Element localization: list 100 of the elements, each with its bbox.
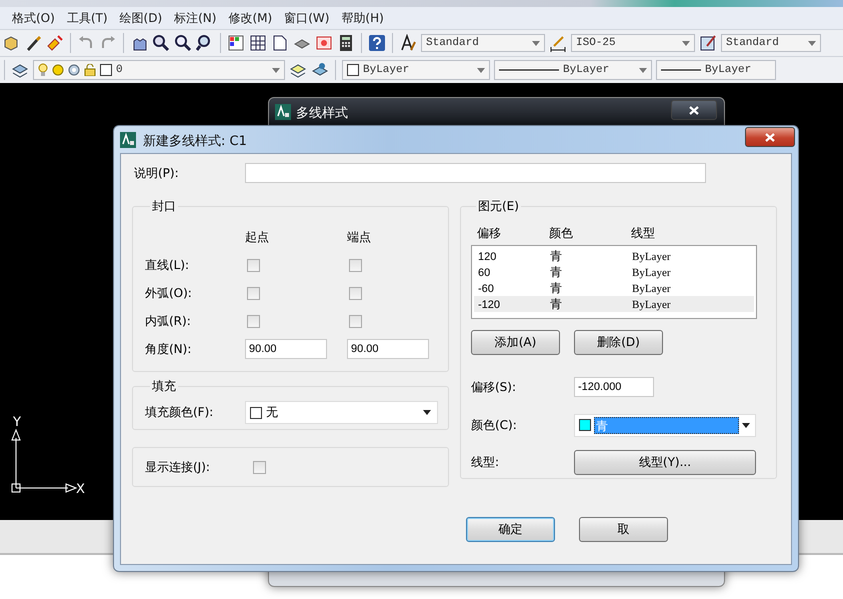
dimension-style-dropdown[interactable]: ISO-25 <box>571 34 695 52</box>
caret-icon <box>742 422 750 428</box>
lightbulb-icon <box>38 63 48 77</box>
brush-icon[interactable] <box>24 34 42 52</box>
menu-item[interactable]: 工具(T) <box>60 10 114 26</box>
list-button[interactable]: 添加(A) <box>471 330 560 355</box>
group-title: 图元(E) <box>477 198 520 215</box>
dimension-style-icon[interactable] <box>549 34 567 52</box>
lock-icon <box>84 64 96 76</box>
angle-field[interactable]: 90.00 <box>347 339 429 359</box>
field-label: 直线(L): <box>145 256 190 274</box>
list-button[interactable]: 删除(D) <box>574 330 663 355</box>
column-header: 颜色 <box>549 225 574 242</box>
line-sample-icon <box>499 69 559 71</box>
close-button[interactable] <box>745 127 795 147</box>
caret-icon <box>808 40 816 46</box>
caret-icon <box>477 68 485 72</box>
column-header: 线型 <box>631 225 656 242</box>
checkbox[interactable] <box>247 314 260 328</box>
field-label: 角度(N): <box>145 340 192 358</box>
linetype-text: ByLayer <box>632 266 672 278</box>
field-label: 线型: <box>471 454 500 470</box>
field-label: 说明(P): <box>133 164 180 182</box>
lineweight-dropdown[interactable]: ByLayer <box>656 60 776 80</box>
checkbox[interactable] <box>247 286 260 300</box>
close-button[interactable] <box>671 100 717 120</box>
menu-item[interactable]: 标注(N) <box>168 10 222 26</box>
menu-item[interactable]: 格式(O) <box>6 10 61 26</box>
field-label: 颜色(C): <box>471 416 518 434</box>
list-row[interactable]: -60 青 ByLayer <box>474 280 754 296</box>
caret-icon <box>682 40 690 46</box>
sun-icon <box>52 64 64 76</box>
column-header: 端点 <box>347 228 372 246</box>
checkbox[interactable] <box>349 286 362 300</box>
field-label: 偏移(S): <box>471 378 518 396</box>
zoom-icon[interactable] <box>174 34 192 52</box>
layer-dropdown[interactable]: 0 <box>33 60 285 80</box>
menu-item[interactable]: 窗口(W) <box>278 10 336 26</box>
checkbox[interactable] <box>247 258 260 272</box>
list-row[interactable]: 120 青 ByLayer <box>474 248 754 264</box>
line-sample-icon <box>661 69 701 71</box>
linetype-dropdown[interactable]: ByLayer <box>494 60 652 80</box>
caret-icon <box>532 40 540 46</box>
calculator-icon[interactable] <box>337 34 355 52</box>
list-row[interactable]: 60 青 ByLayer <box>474 264 754 280</box>
column-header: 偏移 <box>477 225 502 242</box>
fill-color-dropdown[interactable]: 无 <box>245 401 438 424</box>
checkbox[interactable] <box>349 314 362 328</box>
offset-text: -60 <box>478 282 495 294</box>
offset-text: -120 <box>478 298 502 310</box>
text-style-dropdown[interactable]: Standard <box>421 34 545 52</box>
linetype-button[interactable]: 线型(Y)... <box>574 450 756 474</box>
image-icon[interactable] <box>315 34 333 52</box>
linetype-text: ByLayer <box>632 298 672 310</box>
field-label: 外弧(O): <box>145 284 193 302</box>
menu-item[interactable]: 修改(M) <box>222 10 278 26</box>
ucs-axes-icon <box>11 428 78 493</box>
description-field[interactable] <box>245 163 706 183</box>
group-title: 封口 <box>151 198 177 215</box>
app-icon <box>275 104 291 120</box>
color-dropdown[interactable]: ByLayer <box>342 60 490 80</box>
list-row[interactable]: -120 青 ByLayer <box>474 296 754 312</box>
checkbox[interactable] <box>253 460 266 474</box>
axis-label: X <box>76 482 85 497</box>
window-title: 新建多线样式: C1 <box>143 133 247 150</box>
caret-icon <box>272 68 280 72</box>
close-icon <box>689 106 699 114</box>
linetype-text: ByLayer <box>632 282 672 294</box>
color-swatch <box>100 64 112 76</box>
axis-label: Y <box>13 415 21 430</box>
offset-field[interactable]: -120.000 <box>574 377 654 397</box>
menu-item[interactable]: 绘图(D) <box>114 10 168 26</box>
dialog-button[interactable]: 取 <box>579 517 668 542</box>
help-icon[interactable] <box>368 34 386 52</box>
offset-text: 60 <box>478 266 492 278</box>
paint-icon[interactable] <box>46 34 64 52</box>
caret-icon <box>639 68 647 72</box>
color-text: 青 <box>550 296 563 313</box>
cube-icon[interactable] <box>2 34 20 52</box>
menu-item[interactable]: 帮助(H) <box>335 10 390 26</box>
layer-name: 0 <box>116 64 124 76</box>
color-text: 青 <box>550 248 563 265</box>
palette-icon[interactable] <box>227 34 245 52</box>
field-label: 内弧(R): <box>145 312 192 330</box>
field-label: 填充颜色(F): <box>145 404 214 421</box>
zoom-icon[interactable] <box>152 34 170 52</box>
caret-icon <box>423 410 431 415</box>
dialog-button[interactable]: 确定 <box>466 517 555 542</box>
close-icon <box>765 132 775 142</box>
table-style-icon[interactable] <box>699 34 717 52</box>
offset-text: 120 <box>478 250 498 262</box>
field-label: 显示连接(J): <box>145 458 211 476</box>
document-icon[interactable] <box>271 34 289 52</box>
table-style-dropdown[interactable]: Standard <box>721 34 821 52</box>
text-style-icon[interactable] <box>399 34 417 52</box>
color-text: 青 <box>550 264 563 281</box>
window-title: 多线样式 <box>296 105 348 122</box>
grid-icon[interactable] <box>249 34 267 52</box>
angle-field[interactable]: 90.00 <box>245 339 327 359</box>
checkbox[interactable] <box>349 258 362 272</box>
